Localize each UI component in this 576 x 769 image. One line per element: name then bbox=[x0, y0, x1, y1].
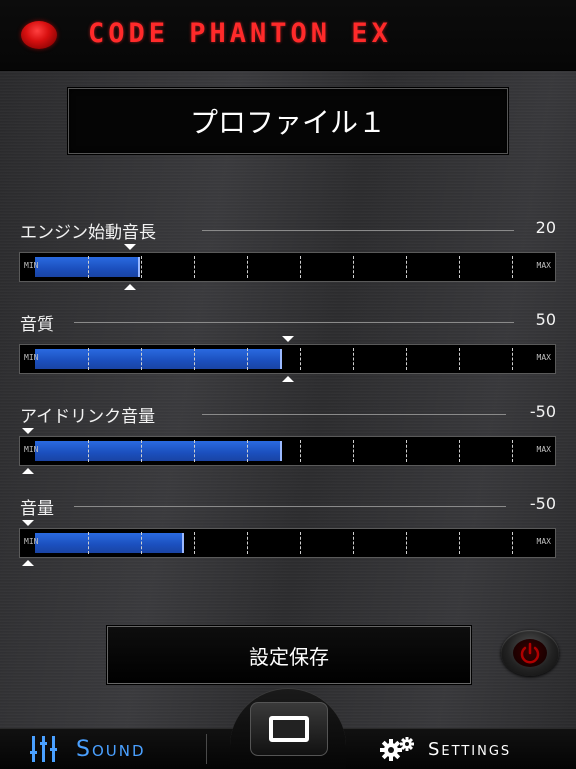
slider-tick bbox=[353, 256, 356, 278]
tab-divider bbox=[206, 734, 207, 764]
setting-value: -50 bbox=[529, 494, 556, 513]
slider-tick bbox=[141, 348, 144, 370]
slider-marker-top-icon bbox=[282, 336, 294, 342]
slider-marker-top-icon bbox=[124, 244, 136, 250]
slider-tick bbox=[512, 532, 515, 554]
gear-icon bbox=[378, 735, 418, 763]
slider-track[interactable]: MIN MAX bbox=[19, 528, 556, 558]
slider-min-label: MIN bbox=[24, 353, 39, 362]
slider-tick bbox=[406, 256, 409, 278]
profile-selector[interactable]: プロファイル１ bbox=[68, 88, 508, 154]
app-header: CODE PHANTON EX bbox=[0, 0, 576, 71]
setting-value: -50 bbox=[529, 402, 556, 421]
slider-tick bbox=[247, 532, 250, 554]
app-title: CODE PHANTON EX bbox=[88, 18, 392, 49]
save-settings-button[interactable]: 設定保存 bbox=[107, 626, 471, 684]
slider-marker-top-icon bbox=[22, 520, 34, 526]
slider-tick bbox=[512, 348, 515, 370]
slider-track[interactable]: MIN MAX bbox=[19, 344, 556, 374]
slider-tick bbox=[459, 348, 462, 370]
setting-label: アイドリンク音量 bbox=[20, 407, 156, 427]
tab-settings[interactable]: Settings bbox=[378, 732, 511, 766]
power-button[interactable] bbox=[501, 630, 559, 676]
tab-sound-label: Sound bbox=[76, 736, 146, 762]
divider-line bbox=[74, 506, 506, 507]
slider-tick bbox=[406, 348, 409, 370]
slider-tick bbox=[141, 256, 144, 278]
slider-tick bbox=[353, 440, 356, 462]
slider-tick bbox=[194, 256, 197, 278]
slider-tick bbox=[406, 440, 409, 462]
slider-marker-bottom-icon[interactable] bbox=[124, 284, 136, 290]
slider-tick bbox=[247, 256, 250, 278]
slider-tick bbox=[141, 532, 144, 554]
tab-settings-label: Settings bbox=[428, 738, 512, 760]
slider-tick bbox=[300, 532, 303, 554]
slider-tick bbox=[88, 348, 91, 370]
slider-marker-top-icon bbox=[22, 428, 34, 434]
setting-label: 音量 bbox=[20, 499, 54, 519]
slider-tick bbox=[194, 348, 197, 370]
slider-fill bbox=[35, 349, 282, 369]
slider-track[interactable]: MIN MAX bbox=[19, 252, 556, 282]
slider-max-label: MAX bbox=[536, 537, 551, 546]
slider-tick bbox=[247, 348, 250, 370]
screen-icon bbox=[269, 716, 309, 742]
slider-min-label: MIN bbox=[24, 537, 39, 546]
slider-tick bbox=[247, 440, 250, 462]
slider-marker-bottom-icon[interactable] bbox=[282, 376, 294, 382]
setting-value: 20 bbox=[535, 218, 556, 237]
slider-min-label: MIN bbox=[24, 261, 39, 270]
slider-tick bbox=[406, 532, 409, 554]
slider-fill bbox=[35, 533, 184, 553]
slider-tick bbox=[88, 532, 91, 554]
slider-max-label: MAX bbox=[536, 353, 551, 362]
slider-tick bbox=[353, 348, 356, 370]
divider-line bbox=[202, 414, 506, 415]
slider-tick bbox=[459, 256, 462, 278]
slider-tick bbox=[459, 440, 462, 462]
slider-tick bbox=[512, 256, 515, 278]
divider-line bbox=[74, 322, 514, 323]
slider-tick bbox=[194, 532, 197, 554]
divider-line bbox=[202, 230, 514, 231]
slider-tick bbox=[194, 440, 197, 462]
slider-tick bbox=[88, 440, 91, 462]
slider-tick bbox=[459, 532, 462, 554]
setting-label: エンジン始動音長 bbox=[20, 223, 156, 243]
slider-tick bbox=[353, 532, 356, 554]
slider-max-label: MAX bbox=[536, 445, 551, 454]
power-icon bbox=[513, 639, 547, 667]
equalizer-icon bbox=[30, 736, 58, 762]
home-button[interactable] bbox=[250, 702, 328, 756]
tab-sound[interactable]: Sound bbox=[30, 732, 146, 766]
slider-fill bbox=[35, 441, 282, 461]
slider-tick bbox=[300, 348, 303, 370]
slider-tick bbox=[88, 256, 91, 278]
slider-tick bbox=[512, 440, 515, 462]
setting-label: 音質 bbox=[20, 315, 54, 335]
slider-track[interactable]: MIN MAX bbox=[19, 436, 556, 466]
slider-marker-bottom-icon[interactable] bbox=[22, 560, 34, 566]
slider-max-label: MAX bbox=[536, 261, 551, 270]
slider-tick bbox=[141, 440, 144, 462]
setting-value: 50 bbox=[535, 310, 556, 329]
status-led-icon bbox=[21, 21, 57, 49]
slider-marker-bottom-icon[interactable] bbox=[22, 468, 34, 474]
slider-min-label: MIN bbox=[24, 445, 39, 454]
slider-tick bbox=[300, 256, 303, 278]
slider-tick bbox=[300, 440, 303, 462]
